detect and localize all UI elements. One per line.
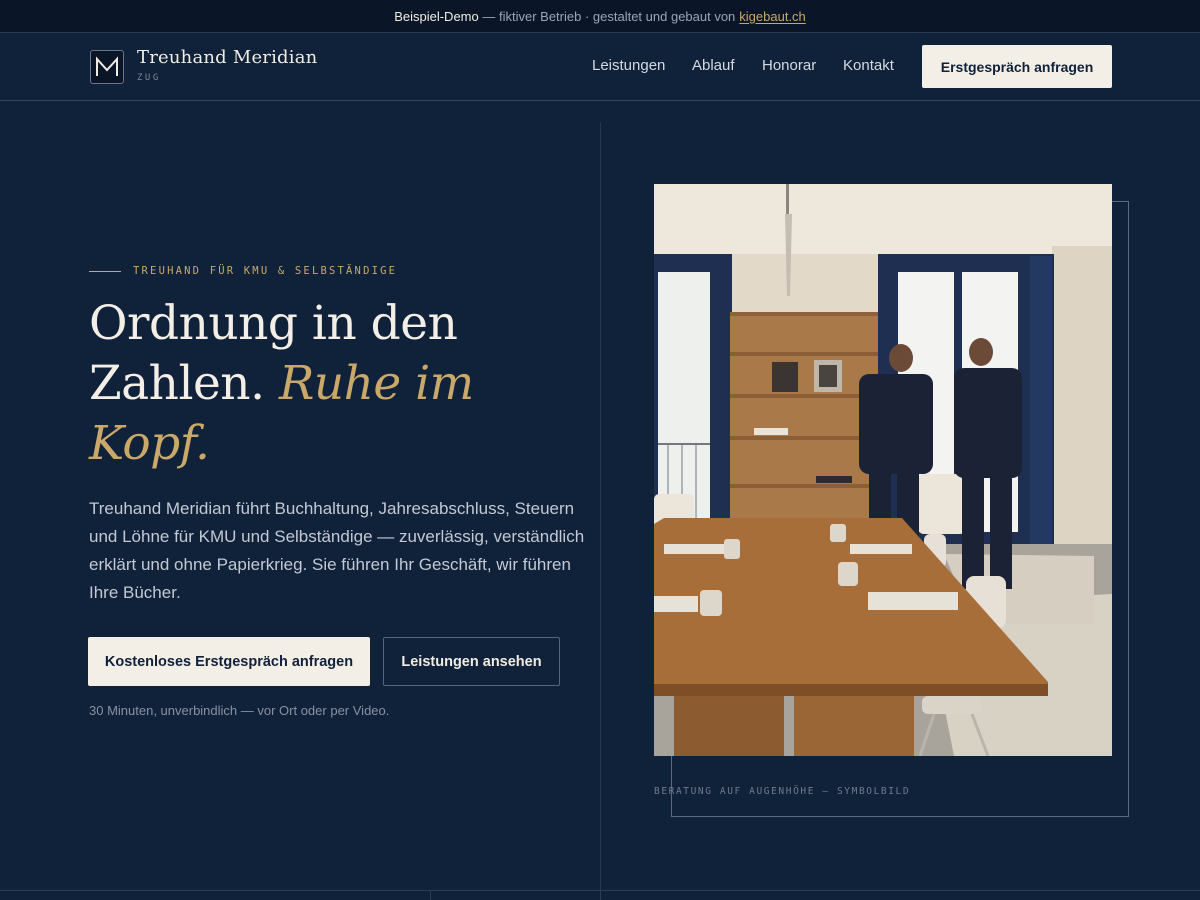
bottom-tick: [600, 890, 601, 900]
brand-location: ZUG: [137, 73, 161, 83]
vertical-divider: [600, 122, 601, 900]
bottom-tick: [430, 890, 431, 900]
view-services-button[interactable]: Leistungen ansehen: [383, 637, 560, 686]
logo-mark[interactable]: [90, 50, 124, 84]
header-cta-button[interactable]: Erstgespräch anfragen: [922, 45, 1112, 88]
hero-photo: [654, 184, 1112, 756]
logo-m-icon: [96, 56, 118, 76]
image-caption: BERATUNG AUF AUGENHÖHE — SYMBOLBILD: [654, 786, 911, 797]
consultation-note: 30 Minuten, unverbindlich — vor Ort oder…: [89, 703, 390, 718]
nav-item-honorar[interactable]: Honorar: [762, 57, 816, 74]
nav-item-leistungen[interactable]: Leistungen: [592, 57, 665, 74]
brand-name[interactable]: Treuhand Meridian: [137, 47, 317, 68]
hero-headline: Ordnung in den Zahlen. Ruhe im Kopf.: [89, 294, 569, 474]
nav-item-kontakt[interactable]: Kontakt: [843, 57, 894, 74]
banner-label: Beispiel-Demo: [394, 8, 479, 24]
demo-banner: Beispiel-Demo — fiktiver Betrieb · gesta…: [0, 0, 1200, 33]
free-consultation-button[interactable]: Kostenloses Erstgespräch anfragen: [88, 637, 370, 686]
hero-lead: Treuhand Meridian führt Buchhaltung, Jah…: [89, 499, 585, 602]
hero-eyebrow: TREUHAND FÜR KMU & SELBSTÄNDIGE: [133, 265, 398, 277]
nav-item-ablauf[interactable]: Ablauf: [692, 57, 735, 74]
site-header: Treuhand Meridian ZUG Leistungen Ablauf …: [0, 33, 1200, 101]
eyebrow-rule: [89, 271, 121, 272]
banner-description: — fiktiver Betrieb · gestaltet und gebau…: [482, 8, 736, 24]
meeting-room-illustration: [654, 184, 1112, 756]
banner-link[interactable]: kigebaut.ch: [739, 9, 806, 24]
